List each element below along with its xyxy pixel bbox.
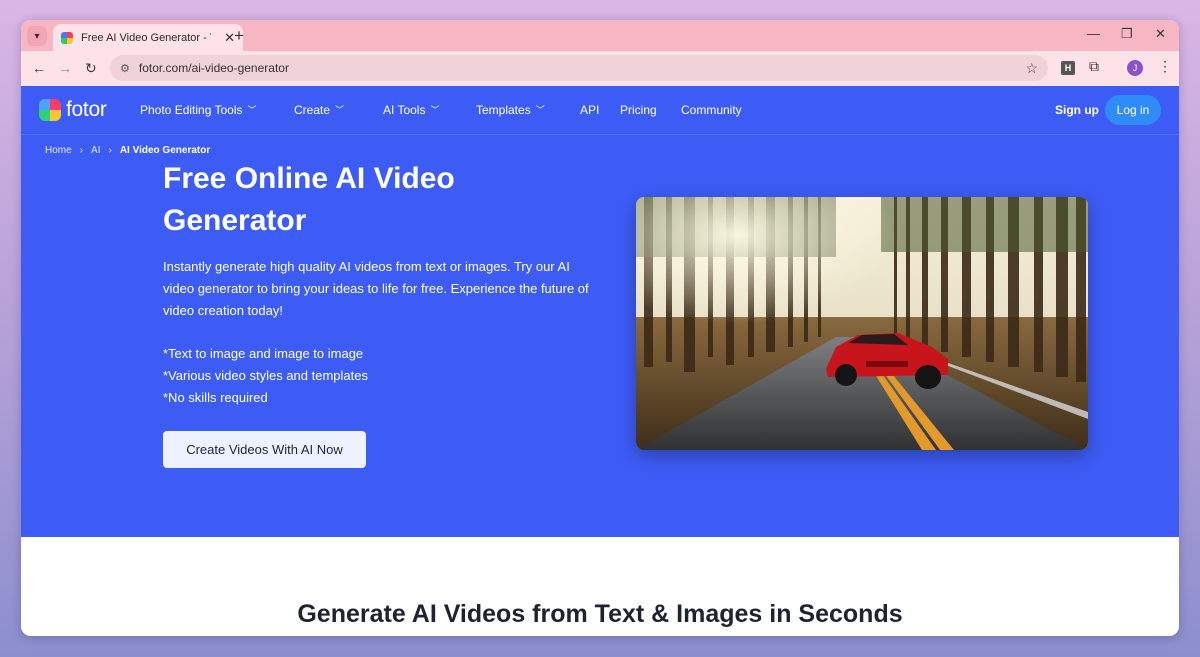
sign-up-link[interactable]: Sign up <box>1055 103 1099 117</box>
fotor-favicon-icon <box>61 31 73 44</box>
tab-search-button[interactable]: ▾ <box>27 26 47 46</box>
more-menu-icon[interactable]: ⋮ <box>1158 58 1172 75</box>
breadcrumb-current: AI Video Generator <box>119 145 211 156</box>
minimize-icon[interactable]: — <box>1087 26 1100 41</box>
restore-icon[interactable]: ❐ <box>1121 26 1133 42</box>
browser-toolbar: ← → ↻ ⚙ fotor.com/ai-video-generator ☆ H… <box>21 51 1179 86</box>
new-tab-icon[interactable]: + <box>234 26 244 46</box>
tab-title: Free AI Video Generator - Turn <box>81 31 211 44</box>
forest-road-car-image <box>636 197 1088 450</box>
nav-templates[interactable]: Templates ﹀ <box>476 103 545 117</box>
section-heading: Generate AI Videos from Text & Images in… <box>297 600 903 628</box>
nav-label: Photo Editing Tools <box>140 103 243 117</box>
chevron-down-icon: ﹀ <box>247 105 257 115</box>
nav-label: Templates <box>476 103 531 117</box>
create-videos-button[interactable]: Create Videos With AI Now <box>163 431 366 468</box>
chevron-right-icon: › <box>108 145 112 156</box>
breadcrumb-ai[interactable]: AI <box>91 145 100 156</box>
web-page: fotor Photo Editing Tools ﹀ Create ﹀ AI To… <box>21 86 1179 636</box>
profile-avatar[interactable]: J <box>1127 60 1143 76</box>
chevron-down-icon: ▾ <box>34 30 40 42</box>
extension-h-icon[interactable]: H <box>1061 61 1075 75</box>
extensions-puzzle-icon[interactable]: ⧉ <box>1089 58 1099 75</box>
bookmark-star-icon[interactable]: ☆ <box>1025 60 1038 77</box>
hero-video-preview[interactable] <box>636 197 1088 450</box>
logo-text: fotor <box>66 98 107 121</box>
feature-item: *No skills required <box>163 390 268 405</box>
chevron-down-icon: ﹀ <box>430 105 440 115</box>
breadcrumb-home[interactable]: Home <box>45 145 72 156</box>
feature-item: *Text to image and image to image <box>163 346 364 361</box>
chevron-down-icon: ﹀ <box>535 105 545 115</box>
chevron-down-icon: ﹀ <box>335 105 345 115</box>
nav-ai-tools[interactable]: AI Tools ﹀ <box>383 103 439 117</box>
tab-strip: ▾ Free AI Video Generator - Turn ✕ + — ❐… <box>21 20 1179 51</box>
hero-section: fotor Photo Editing Tools ﹀ Create ﹀ AI To… <box>21 86 1179 537</box>
nav-create[interactable]: Create ﹀ <box>294 103 344 117</box>
feature-item: *Various video styles and templates <box>163 368 368 383</box>
breadcrumb: Home › AI › AI Video Generator <box>45 145 210 156</box>
address-bar[interactable]: ⚙ fotor.com/ai-video-generator ☆ <box>110 55 1048 81</box>
chevron-right-icon: › <box>79 145 84 156</box>
site-info-icon[interactable]: ⚙ <box>120 62 130 75</box>
nav-photo-editing-tools[interactable]: Photo Editing Tools ﹀ <box>140 103 257 117</box>
url-text: fotor.com/ai-video-generator <box>138 61 289 75</box>
nav-label: Create <box>294 103 331 117</box>
log-in-button[interactable]: Log in <box>1105 95 1161 125</box>
nav-label: AI Tools <box>383 103 426 117</box>
nav-pricing[interactable]: Pricing <box>620 103 657 117</box>
nav-community[interactable]: Community <box>681 103 742 117</box>
forward-arrow-icon[interactable]: → <box>58 60 72 76</box>
fotor-logo[interactable]: fotor <box>39 98 107 122</box>
nav-api[interactable]: API <box>580 103 599 117</box>
page-title: Free Online AI Video Generator <box>163 162 455 237</box>
site-header: fotor Photo Editing Tools ﹀ Create ﹀ AI To… <box>21 86 1179 135</box>
feature-list: *Text to image and image to image *Vario… <box>163 343 368 409</box>
reload-icon[interactable]: ↻ <box>85 60 97 77</box>
close-window-icon[interactable]: ✕ <box>1155 26 1166 42</box>
fotor-logo-icon <box>39 99 61 121</box>
hero-description: Instantly generate high quality AI video… <box>163 259 589 318</box>
browser-tab[interactable]: Free AI Video Generator - Turn ✕ <box>53 24 243 51</box>
browser-window: ▾ Free AI Video Generator - Turn ✕ + — ❐… <box>21 20 1179 636</box>
back-arrow-icon[interactable]: ← <box>32 60 46 76</box>
